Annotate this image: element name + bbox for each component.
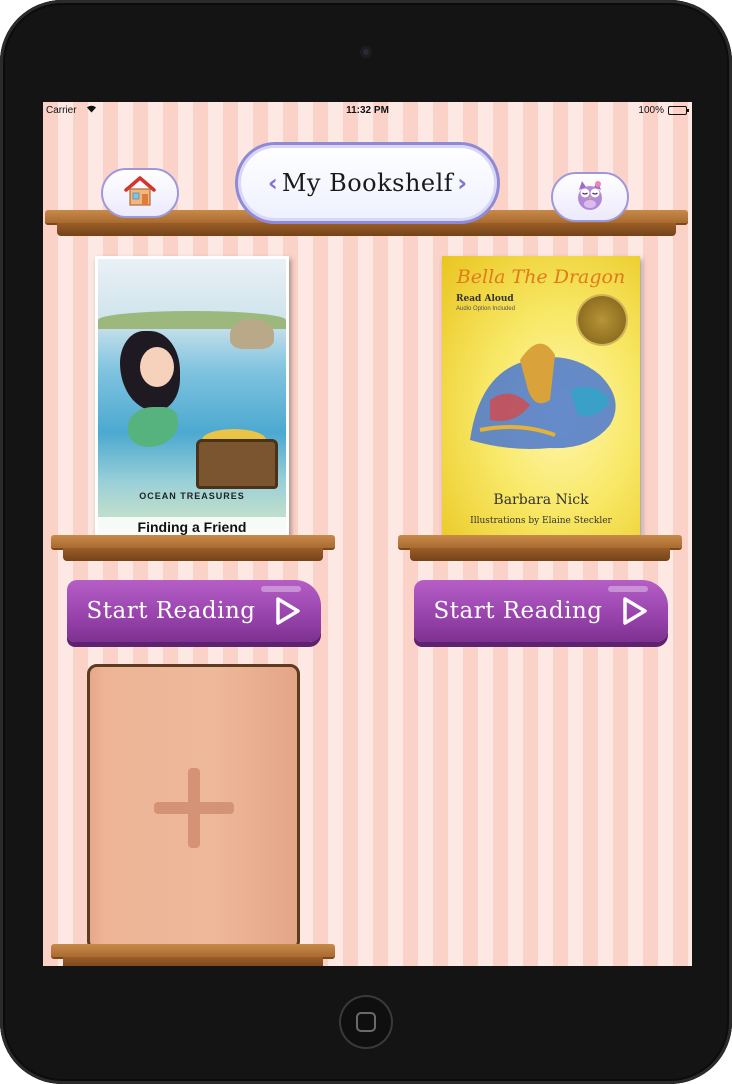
start-reading-button[interactable]: Start Reading bbox=[67, 580, 321, 642]
plus-icon bbox=[153, 767, 234, 848]
house-icon bbox=[123, 175, 157, 212]
book-title: Finding a Friend bbox=[98, 517, 286, 537]
home-button[interactable] bbox=[101, 168, 179, 218]
dragon-illustration bbox=[470, 343, 616, 449]
book-shelf-right bbox=[398, 535, 682, 565]
tablet-frame: Carrier 11:32 PM 100% ‹ My Bookshelf › O… bbox=[0, 0, 732, 1084]
status-time: 11:32 PM bbox=[346, 105, 389, 116]
add-book-button[interactable] bbox=[87, 664, 300, 951]
play-icon bbox=[623, 597, 647, 625]
owl-icon bbox=[573, 178, 607, 217]
book-author: Barbara Nick bbox=[493, 492, 589, 508]
chevron-right-icon: › bbox=[457, 169, 468, 197]
book-series: OCEAN TREASURES bbox=[139, 491, 245, 501]
book-title: Bella The Dragon bbox=[456, 266, 626, 288]
read-aloud-sublabel: Audio Option Included bbox=[456, 306, 516, 312]
page-title-banner: ‹ My Bookshelf › bbox=[235, 142, 500, 224]
page-title: My Bookshelf bbox=[281, 169, 454, 197]
treasure-chest-illustration bbox=[196, 439, 278, 489]
status-bar: Carrier 11:32 PM 100% bbox=[43, 102, 692, 120]
play-icon bbox=[276, 597, 300, 625]
app-screen: Carrier 11:32 PM 100% ‹ My Bookshelf › O… bbox=[43, 102, 692, 966]
book-cover-finding-a-friend[interactable]: OCEAN TREASURES Finding a Friend bbox=[95, 256, 289, 542]
chevron-left-icon: ‹ bbox=[267, 169, 278, 197]
read-aloud-label: Read Aloud bbox=[456, 294, 514, 304]
book-cover-bella-the-dragon[interactable]: Bella The Dragon Read Aloud Audio Option… bbox=[442, 256, 640, 542]
bottom-shelf bbox=[51, 944, 335, 966]
start-reading-label: Start Reading bbox=[86, 598, 256, 624]
start-reading-button[interactable]: Start Reading bbox=[414, 580, 668, 642]
battery-percent: 100% bbox=[638, 105, 664, 116]
device-home-button[interactable] bbox=[339, 995, 393, 1049]
profile-button[interactable] bbox=[551, 172, 629, 222]
book-illustrator: Illustrations by Elaine Steckler bbox=[470, 516, 612, 526]
book-shelf-left bbox=[51, 535, 335, 565]
front-camera bbox=[360, 46, 372, 58]
start-reading-label: Start Reading bbox=[433, 598, 603, 624]
battery-icon bbox=[668, 106, 689, 115]
